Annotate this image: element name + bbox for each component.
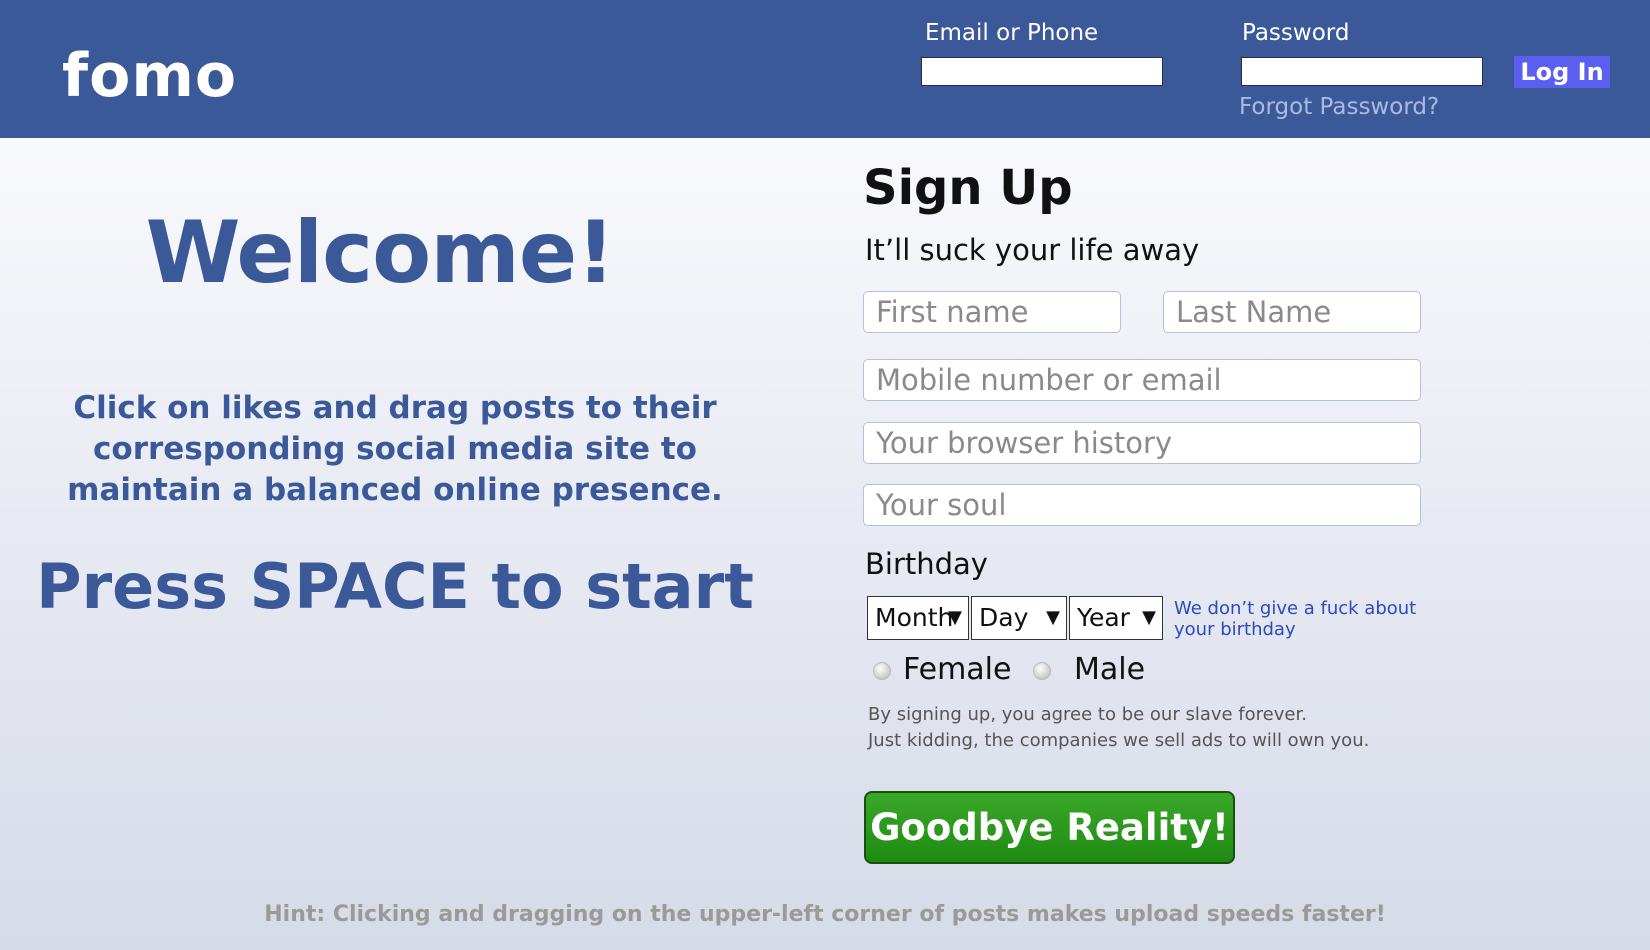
- press-space-prompt: Press SPACE to start: [36, 550, 754, 623]
- hint-text: Hint: Clicking and dragging on the upper…: [264, 902, 1386, 927]
- birthday-label: Birthday: [865, 547, 988, 581]
- month-select-value: Month: [875, 603, 954, 632]
- top-navbar: fomo Email or Phone Password Log In Forg…: [0, 0, 1650, 138]
- signup-title: Sign Up: [863, 160, 1073, 216]
- year-select[interactable]: Year ▼: [1069, 596, 1163, 640]
- terms-line-1: By signing up, you agree to be our slave…: [868, 704, 1307, 725]
- terms-text: By signing up, you agree to be our slave…: [868, 702, 1369, 754]
- signup-submit-button[interactable]: Goodbye Reality!: [864, 791, 1235, 864]
- email-input[interactable]: [921, 57, 1163, 86]
- chevron-down-icon: ▼: [1046, 607, 1060, 628]
- month-select[interactable]: Month ▼: [867, 596, 969, 640]
- first-name-field[interactable]: [863, 291, 1121, 333]
- male-radio[interactable]: [1033, 662, 1051, 680]
- password-label: Password: [1242, 20, 1350, 46]
- email-label: Email or Phone: [925, 20, 1099, 46]
- female-label: Female: [903, 652, 1012, 687]
- browser-history-field[interactable]: [863, 422, 1421, 464]
- day-select[interactable]: Day ▼: [971, 596, 1067, 640]
- password-input[interactable]: [1241, 57, 1483, 86]
- terms-line-2: Just kidding, the companies we sell ads …: [868, 730, 1370, 751]
- contact-field[interactable]: [863, 359, 1421, 401]
- chevron-down-icon: ▼: [948, 607, 962, 628]
- day-select-value: Day: [979, 603, 1029, 632]
- birthday-note-link[interactable]: We don’t give a fuck about your birthday: [1174, 598, 1444, 640]
- forgot-password-link[interactable]: Forgot Password?: [1239, 94, 1439, 120]
- year-select-value: Year: [1077, 603, 1130, 632]
- soul-field[interactable]: [863, 484, 1421, 526]
- chevron-down-icon: ▼: [1142, 607, 1156, 628]
- logo: fomo: [62, 41, 238, 111]
- female-radio[interactable]: [873, 662, 891, 680]
- login-button[interactable]: Log In: [1514, 56, 1610, 88]
- welcome-heading: Welcome!: [145, 203, 616, 303]
- signup-subtitle: It’ll suck your life away: [865, 233, 1200, 267]
- instructions-text: Click on likes and drag posts to their c…: [67, 390, 723, 508]
- last-name-field[interactable]: [1163, 291, 1421, 333]
- male-label: Male: [1074, 652, 1146, 687]
